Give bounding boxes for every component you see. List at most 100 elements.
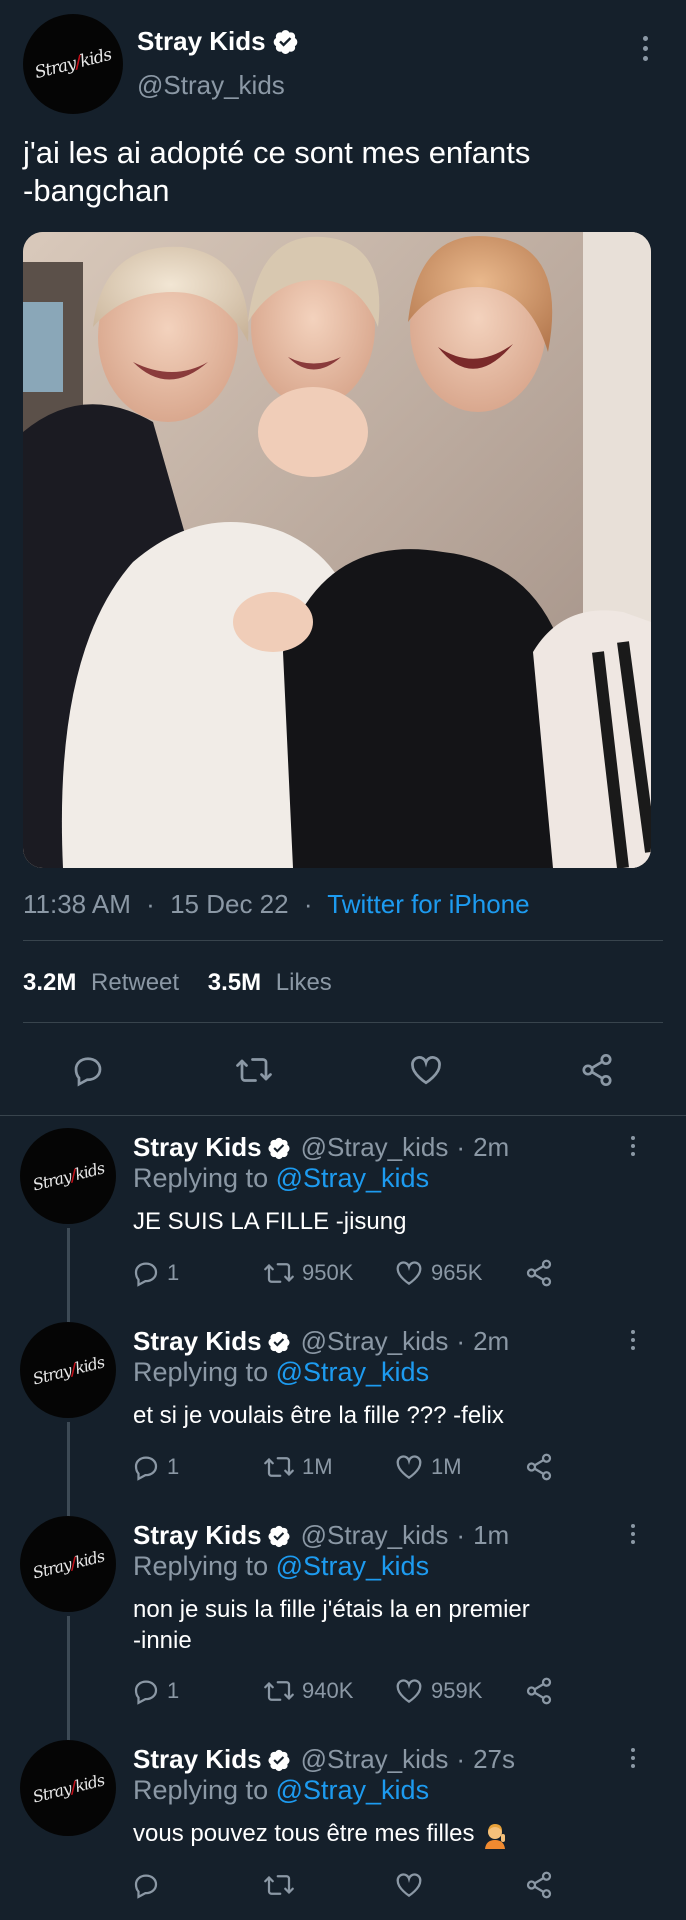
reply-text-line1: vous pouvez tous être mes filles (133, 1818, 509, 1849)
author-handle[interactable]: @Stray_kids (301, 1520, 449, 1551)
reply-icon (131, 1452, 161, 1482)
more-options-icon[interactable] (631, 1748, 635, 1768)
person-gesturing-emoji (485, 1823, 506, 1849)
like-count: 965K (431, 1260, 483, 1285)
reply-button[interactable]: 1 (131, 1452, 179, 1482)
reply-time: 2m (473, 1132, 510, 1162)
replying-label: Replying to (133, 1163, 269, 1193)
reply-header: Stray Kids @Stray_kids · 27s (133, 1744, 515, 1775)
retweet-button[interactable] (234, 1052, 274, 1088)
tweet-source-link[interactable]: Twitter for iPhone (327, 889, 529, 919)
replying-mention-link[interactable]: @Stray_kids (276, 1551, 429, 1581)
retweet-count: 1M (302, 1454, 333, 1479)
retweets-label[interactable]: Retweet (91, 969, 179, 996)
reply-text-line1: non je suis la fille j'étais la en premi… (133, 1594, 530, 1625)
reply-time: 2m (473, 1326, 510, 1356)
retweet-button[interactable] (262, 1870, 302, 1900)
author-handle[interactable]: @Stray_kids (301, 1744, 449, 1775)
more-options-icon[interactable] (631, 1330, 635, 1350)
avatar[interactable]: Stray/kids (20, 1128, 116, 1224)
verified-badge-icon (273, 30, 297, 54)
tweet-photo[interactable] (23, 232, 651, 868)
replying-label: Replying to (133, 1357, 269, 1387)
reply-count: 1 (167, 1678, 180, 1703)
avatar-logo: Stray/kids (30, 1157, 106, 1195)
reply-text-line1-content: JE SUIS LA FILLE -jisung (133, 1208, 407, 1235)
reply-button[interactable]: 1 (131, 1258, 179, 1288)
thread-line (67, 1228, 70, 1333)
tweet-date: 15 Dec 22 (170, 889, 289, 919)
like-icon (393, 1258, 425, 1288)
like-button[interactable]: 965K (393, 1258, 482, 1288)
tweet-stats: 3.2M Retweet 3.5M Likes (23, 969, 332, 997)
retweets-count[interactable]: 3.2M (23, 969, 76, 996)
avatar[interactable]: Stray/kids (20, 1740, 116, 1836)
replying-mention-link[interactable]: @Stray_kids (276, 1775, 429, 1805)
author-handle[interactable]: @Stray_kids (301, 1132, 449, 1163)
main-tweet: Stray/kids Stray Kids @Stray_kids j'ai l… (0, 0, 686, 1115)
reply-button[interactable]: 1 (131, 1676, 179, 1706)
reply-header: Stray Kids @Stray_kids · 1m (133, 1520, 509, 1551)
author-name[interactable]: Stray Kids (133, 1520, 262, 1551)
verified-badge-icon (267, 1748, 291, 1772)
replying-mention-link[interactable]: @Stray_kids (276, 1163, 429, 1193)
reply-text-line1-content: non je suis la fille j'étais la en premi… (133, 1596, 530, 1623)
more-options-icon[interactable] (631, 1524, 635, 1544)
avatar-logo: Stray/kids (32, 44, 114, 84)
more-options-icon[interactable] (631, 1136, 635, 1156)
verified-badge-icon (267, 1330, 291, 1354)
replying-to: Replying to @Stray_kids (133, 1357, 429, 1388)
like-count: 959K (431, 1678, 483, 1703)
like-icon (411, 1056, 441, 1085)
author-name[interactable]: Stray Kids (133, 1132, 262, 1163)
retweet-icon (262, 1676, 296, 1706)
author-name[interactable]: Stray Kids (137, 26, 266, 57)
replying-label: Replying to (133, 1551, 269, 1581)
reply-icon (131, 1676, 161, 1706)
replying-to: Replying to @Stray_kids (133, 1163, 429, 1194)
retweet-button[interactable]: 940K (262, 1676, 353, 1706)
share-icon (524, 1258, 554, 1288)
retweet-button[interactable]: 950K (262, 1258, 353, 1288)
divider (23, 940, 663, 941)
like-button[interactable] (407, 1052, 445, 1088)
author-handle[interactable]: @Stray_kids (301, 1326, 449, 1357)
tweet-text-line1: j'ai les ai adopté ce sont mes enfants (23, 135, 531, 170)
author-name[interactable]: Stray Kids (133, 1744, 262, 1775)
share-button[interactable] (524, 1452, 554, 1482)
likes-label[interactable]: Likes (276, 969, 332, 996)
separator: · (456, 1326, 466, 1356)
reply-text-line1-content: et si je voulais être la fille ??? -feli… (133, 1402, 504, 1429)
separator: · (456, 1132, 466, 1162)
avatar[interactable]: Stray/kids (20, 1516, 116, 1612)
author-handle[interactable]: @Stray_kids (137, 70, 285, 101)
share-button[interactable] (524, 1676, 554, 1706)
verified-badge-icon (267, 1136, 291, 1160)
avatar[interactable]: Stray/kids (20, 1322, 116, 1418)
like-button[interactable]: 1M (393, 1452, 462, 1482)
share-button[interactable] (524, 1258, 554, 1288)
reply-button[interactable] (131, 1870, 167, 1900)
share-icon (524, 1452, 554, 1482)
share-button[interactable] (578, 1052, 616, 1088)
avatar[interactable]: Stray/kids (23, 14, 123, 114)
share-button[interactable] (524, 1870, 554, 1900)
retweet-count: 950K (302, 1260, 354, 1285)
reply-icon (131, 1258, 161, 1288)
author-name[interactable]: Stray Kids (133, 1326, 262, 1357)
replying-to: Replying to @Stray_kids (133, 1551, 429, 1582)
photo-icon (23, 232, 651, 868)
reply-text: JE SUIS LA FILLE -jisung (133, 1206, 406, 1237)
retweet-count: 940K (302, 1678, 354, 1703)
like-button[interactable] (393, 1870, 431, 1900)
more-options-icon[interactable] (643, 36, 648, 61)
retweet-button[interactable]: 1M (262, 1452, 333, 1482)
retweet-icon (262, 1452, 296, 1482)
like-icon (393, 1452, 425, 1482)
retweet-icon (262, 1870, 296, 1900)
like-button[interactable]: 959K (393, 1676, 482, 1706)
reply-button[interactable] (70, 1052, 106, 1088)
replying-mention-link[interactable]: @Stray_kids (276, 1357, 429, 1387)
likes-count[interactable]: 3.5M (208, 969, 261, 996)
like-icon (393, 1676, 425, 1706)
